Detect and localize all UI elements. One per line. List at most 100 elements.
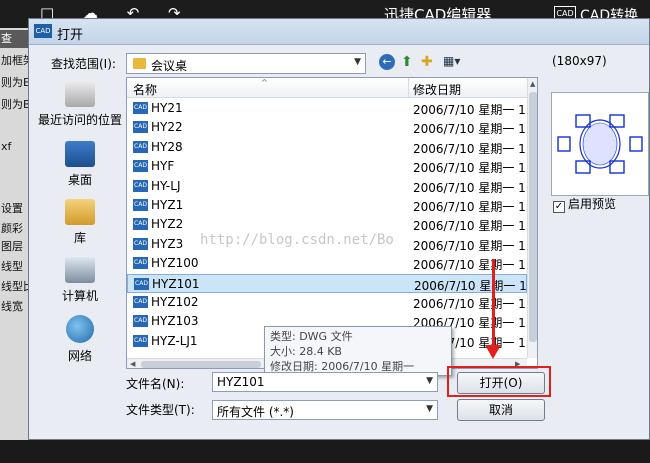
app-left-item[interactable]: 加框架 <box>0 52 28 70</box>
column-separator[interactable] <box>408 78 409 98</box>
network-icon <box>66 315 94 343</box>
look-in-combo[interactable]: 会议桌 ▼ <box>126 53 366 74</box>
cancel-button[interactable]: 取消 <box>457 399 545 421</box>
file-name: HYZ103 <box>151 314 199 329</box>
checkmark-icon[interactable]: ✓ <box>553 201 565 213</box>
open-file-dialog: CAD 打开 查找范围(I): 会议桌 ▼ ← ⬆ ✚ ▦▾ 最近访问的位置 桌… <box>28 18 650 440</box>
place-network[interactable]: 网络 <box>37 315 123 364</box>
look-in-value: 会议桌 <box>151 59 188 73</box>
computer-icon <box>65 257 95 283</box>
app-left-item[interactable]: 线宽 <box>0 298 28 316</box>
filename-input[interactable]: HYZ101 ▼ <box>212 372 438 392</box>
file-row[interactable]: CAD HY-LJ 2006/7/10 星期一 1... <box>127 177 537 196</box>
file-name: HYZ2 <box>151 217 184 232</box>
place-desktop[interactable]: 桌面 <box>37 141 123 188</box>
app-left-item[interactable]: 颜彩 <box>0 220 28 238</box>
file-row[interactable]: CAD HYZ102 2006/7/10 星期一 1... <box>127 293 537 312</box>
file-date: 2006/7/10 星期一 1... <box>413 219 538 234</box>
app-left-item[interactable]: 则为B <box>0 96 28 114</box>
file-name: HYF <box>151 159 175 174</box>
cad-file-icon: CAD <box>133 296 148 308</box>
chevron-down-icon[interactable]: ▼ <box>426 376 433 386</box>
app-left-item[interactable]: 查 <box>0 30 28 48</box>
place-library[interactable]: 库 <box>37 199 123 246</box>
app-left-item[interactable]: 设置 <box>0 200 28 218</box>
scroll-up-icon[interactable]: ▲ <box>530 80 535 88</box>
file-date: 2006/7/10 星期一 1... <box>413 103 538 117</box>
place-recent[interactable]: 最近访问的位置 <box>37 81 123 128</box>
cad-file-icon: CAD <box>133 121 148 134</box>
column-name[interactable]: 名称 <box>133 81 157 98</box>
file-name: HY22 <box>151 120 183 135</box>
file-row[interactable]: CAD HYZ1 2006/7/10 星期一 1... <box>127 196 537 215</box>
look-in-label: 查找范围(I): <box>51 57 116 71</box>
app-left-item[interactable]: xf <box>0 140 28 158</box>
enable-preview-label: 启用预览 <box>568 197 617 211</box>
file-row[interactable]: CAD HY28 2006/7/10 星期一 1... <box>127 138 537 157</box>
cad-file-icon: CAD <box>133 257 148 270</box>
file-date: 2006/7/10 星期一 1... <box>413 258 538 273</box>
filetype-label: 文件类型(T): <box>126 403 195 417</box>
column-header: ^ 名称 修改日期 <box>127 78 527 98</box>
view-menu-icon[interactable]: ▦▾ <box>443 54 467 68</box>
cad-app-icon: CAD <box>34 24 52 38</box>
place-label: 最近访问的位置 <box>37 113 122 127</box>
new-folder-icon[interactable]: ✚ <box>421 54 433 70</box>
chevron-down-icon[interactable]: ▼ <box>354 57 361 67</box>
filename-value: HYZ101 <box>217 375 265 389</box>
column-date[interactable]: 修改日期 <box>413 81 461 98</box>
dialog-title: 打开 <box>57 28 84 43</box>
file-date: 2006/7/10 星期一 1... <box>413 161 538 176</box>
app-left-item[interactable]: 图层 <box>0 238 28 256</box>
place-computer[interactable]: 计算机 <box>37 257 123 304</box>
file-row[interactable]: CAD HYZ101 2006/7/10 星期一 1... <box>127 273 537 293</box>
file-name: HY-LJ <box>151 178 181 193</box>
filetype-value: 所有文件 (*.*) <box>217 405 294 419</box>
up-folder-icon[interactable]: ⬆ <box>401 54 413 70</box>
scroll-left-icon[interactable]: ◀ <box>130 360 135 368</box>
file-row[interactable]: CAD HYZ100 2006/7/10 星期一 1... <box>127 254 537 273</box>
file-name: HYZ101 <box>152 276 200 291</box>
vertical-scrollbar[interactable]: ▲ <box>527 78 537 358</box>
conference-table-preview <box>557 114 643 174</box>
file-date: 2006/7/10 星期一 1... <box>413 238 538 253</box>
watermark: http://blog.csdn.net/Bo <box>200 232 394 248</box>
app-left-item[interactable]: 则为E <box>0 74 28 92</box>
cad-file-icon: CAD <box>133 179 148 192</box>
file-row[interactable]: CAD HYF 2006/7/10 星期一 1... <box>127 157 537 176</box>
library-icon <box>65 199 95 225</box>
file-date: 2006/7/10 星期一 1... <box>413 122 538 137</box>
place-label: 计算机 <box>61 289 98 303</box>
file-name: HYZ3 <box>151 236 184 251</box>
annotation-arrow-shaft <box>492 259 495 351</box>
file-date: 2006/7/10 星期一 1... <box>413 180 538 195</box>
highlight-frame <box>447 366 551 397</box>
app-left-item[interactable]: 线型比 <box>0 278 28 296</box>
app-left-panel: 查 加框架 则为E 则为B xf 设置 颜彩 图层 线型 线型比 线宽 <box>0 28 28 463</box>
app-left-item[interactable]: 线型 <box>0 258 28 276</box>
file-date: 2006/7/10 星期一 1... <box>413 200 538 214</box>
scroll-thumb[interactable] <box>529 92 537 342</box>
file-date: 2006/7/10 星期一 1... <box>413 141 538 156</box>
scroll-thumb[interactable] <box>141 361 261 368</box>
desktop-icon <box>65 141 95 167</box>
file-date: 2006/7/10 星期一 1... <box>413 297 538 311</box>
filetype-select[interactable]: 所有文件 (*.*) ▼ <box>212 400 438 420</box>
annotation-arrow-head <box>485 345 501 359</box>
cad-file-icon: CAD <box>133 334 148 347</box>
chevron-down-icon[interactable]: ▼ <box>426 404 433 414</box>
tooltip-size: 大小: 28.4 KB <box>270 345 342 358</box>
folder-icon <box>133 58 146 69</box>
dialog-titlebar[interactable]: CAD 打开 <box>29 19 649 45</box>
enable-preview-checkbox[interactable]: ✓ 启用预览 <box>553 195 616 213</box>
tooltip-type: 类型: DWG 文件 <box>270 330 353 343</box>
file-row[interactable]: CAD HY22 2006/7/10 星期一 1... <box>127 118 537 137</box>
file-row[interactable]: CAD HY21 2006/7/10 星期一 1... <box>127 99 537 118</box>
back-icon[interactable]: ← <box>379 54 395 70</box>
cad-file-icon: CAD <box>133 140 148 153</box>
file-name: HYZ-LJ1 <box>151 333 198 348</box>
preview-pane <box>551 92 649 196</box>
cad-file-icon: CAD <box>133 199 148 211</box>
file-name: HYZ100 <box>151 256 199 271</box>
file-date: 2006/7/10 星期一 1... <box>414 278 538 293</box>
